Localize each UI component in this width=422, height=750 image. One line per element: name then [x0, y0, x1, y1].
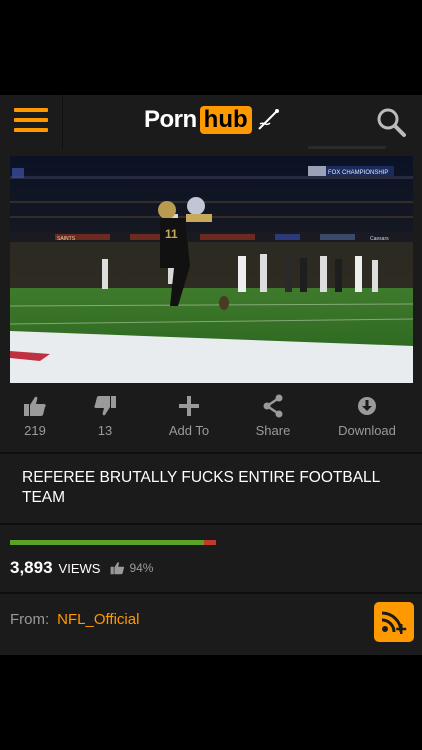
subscribe-rss-button[interactable] [374, 602, 414, 642]
thumbs-down-icon [94, 396, 116, 416]
uploader-link[interactable]: NFL_Official [57, 611, 139, 628]
from-label: From: [10, 611, 50, 628]
rating-bar [10, 540, 216, 545]
dislike-button[interactable]: 13 [70, 391, 140, 451]
divider [0, 452, 422, 454]
action-bar: 219 13 Add To Share Download [0, 391, 422, 451]
score-bug: FOX CHAMPIONSHIP [328, 170, 388, 176]
logo-text-right: hub [199, 106, 252, 134]
video-frame: SAINTS Caesars 11 FOX CHAMPIONSHIP [10, 156, 413, 383]
dislike-count: 13 [97, 423, 113, 438]
share-icon [263, 394, 283, 418]
stadium-board-text: SAINTS [57, 236, 76, 242]
video-player[interactable]: SAINTS Caesars 11 FOX CHAMPIONSHIP [10, 156, 413, 383]
download-button[interactable]: Download [332, 391, 402, 451]
share-label: Share [255, 423, 291, 438]
rating-percent: 94% [110, 561, 153, 575]
like-count: 219 [24, 423, 46, 438]
thumbs-up-icon [24, 396, 46, 416]
divider [0, 592, 422, 594]
thumbs-up-icon [111, 562, 125, 575]
add-to-label: Add To [168, 423, 210, 438]
download-icon [358, 397, 376, 415]
search-underline [308, 146, 386, 149]
svg-text:11: 11 [165, 227, 178, 241]
top-header: Porn hub [0, 95, 422, 150]
header-divider [62, 95, 63, 150]
hamburger-menu-icon[interactable] [14, 108, 48, 136]
logo-pencil-icon [257, 109, 279, 130]
app-screen: Porn hub SAINTS Caesars 11 FOX CHAMPIONS… [0, 95, 422, 655]
add-to-button[interactable]: Add To [154, 391, 224, 451]
site-logo[interactable]: Porn hub [144, 105, 282, 135]
views-count: 3,893 [10, 558, 53, 577]
plus-icon [179, 396, 199, 416]
rating-percent-value: 94% [129, 561, 154, 575]
logo-text-left: Porn [144, 106, 197, 133]
video-title: REFEREE BRUTALLY FUCKS ENTIRE FOOTBALL T… [22, 469, 380, 506]
download-label: Download [338, 423, 396, 438]
share-button[interactable]: Share [238, 391, 308, 451]
view-stats: 3,893 VIEWS 94% [10, 557, 153, 579]
divider [0, 523, 422, 525]
rating-bar-fill [10, 540, 204, 545]
views-label: VIEWS [58, 560, 101, 576]
search-icon[interactable] [374, 105, 408, 139]
rss-plus-icon [381, 611, 407, 634]
uploader-row: From: NFL_Official [10, 611, 139, 628]
stadium-board-text-2: Caesars [370, 236, 389, 242]
like-button[interactable]: 219 [0, 391, 70, 451]
